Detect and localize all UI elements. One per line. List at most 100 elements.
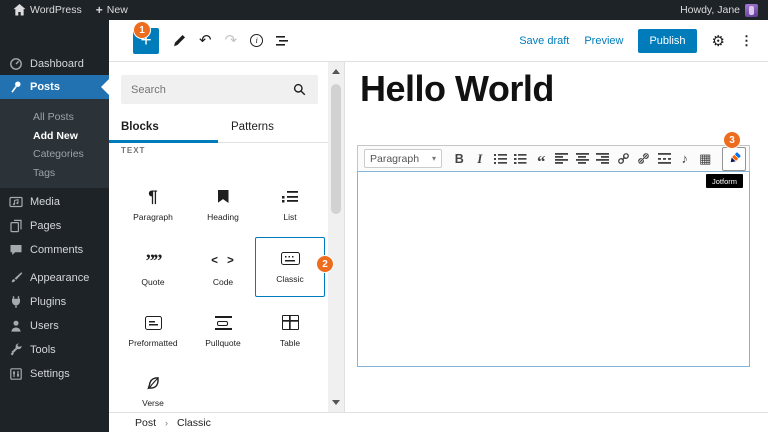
sidebar-item-dashboard[interactable]: Dashboard: [0, 52, 109, 76]
italic-button[interactable]: I: [470, 148, 491, 169]
edit-mode-pencil-icon[interactable]: [172, 34, 186, 48]
block-label: Paragraph: [133, 212, 173, 222]
remove-link-button[interactable]: [634, 148, 655, 169]
sidebar-item-appearance[interactable]: Appearance: [0, 266, 109, 290]
media-icon: [9, 195, 23, 209]
align-center-button[interactable]: [572, 148, 593, 169]
block-item-pullquote[interactable]: Pullquote: [188, 304, 258, 358]
list-icon: [282, 191, 298, 203]
scroll-up-icon[interactable]: [332, 69, 340, 74]
submenu-categories[interactable]: Categories: [0, 145, 109, 164]
sidebar-item-users[interactable]: Users: [0, 314, 109, 338]
block-item-classic[interactable]: Classic: [255, 237, 325, 297]
plus-icon: +: [96, 4, 103, 16]
breadcrumb-post[interactable]: Post: [135, 417, 156, 429]
submenu-all-posts[interactable]: All Posts: [0, 108, 109, 127]
add-media-button[interactable]: ♪: [675, 148, 696, 169]
save-draft-button[interactable]: Save draft: [519, 35, 569, 47]
info-icon: i: [250, 34, 263, 47]
classic-block-content[interactable]: [357, 171, 750, 367]
blockquote-button[interactable]: “: [531, 145, 552, 173]
scrollbar-thumb[interactable]: [331, 84, 341, 214]
preview-button[interactable]: Preview: [584, 35, 623, 47]
sidebar-item-plugins[interactable]: Plugins: [0, 290, 109, 314]
bullet-list-button[interactable]: [490, 148, 511, 169]
redo-button[interactable]: ↷: [225, 33, 238, 48]
wp-site-menu[interactable]: WordPress: [8, 0, 87, 20]
breadcrumb-classic[interactable]: Classic: [177, 417, 211, 429]
account-menu[interactable]: Howdy, Jane: [680, 4, 760, 17]
sidebar-item-pages[interactable]: Pages: [0, 214, 109, 238]
block-label: Pullquote: [205, 338, 240, 348]
posts-submenu: All Posts Add New Categories Tags: [0, 99, 109, 188]
settings-gear-button[interactable]: ⚙: [712, 32, 725, 50]
numbered-list-icon: [514, 153, 527, 164]
submenu-add-new[interactable]: Add New: [0, 127, 109, 146]
annotation-step-1: 1: [133, 21, 151, 39]
block-item-code[interactable]: < > Code: [188, 243, 258, 297]
format-select[interactable]: Paragraph ▾: [364, 149, 442, 168]
block-item-heading[interactable]: Heading: [188, 178, 258, 232]
admin-bar: WordPress + New Howdy, Jane: [0, 0, 768, 20]
list-view-button[interactable]: [276, 36, 288, 46]
list-view-icon: [276, 36, 288, 46]
scroll-down-icon[interactable]: [332, 400, 340, 405]
sidebar-label: Users: [30, 320, 59, 332]
undo-button[interactable]: ↶: [199, 33, 212, 48]
block-item-paragraph[interactable]: ¶ Paragraph: [118, 178, 188, 232]
tab-patterns[interactable]: Patterns: [231, 115, 274, 142]
plugins-icon: [9, 295, 23, 309]
sidebar-item-comments[interactable]: Comments: [0, 238, 109, 262]
block-item-table[interactable]: Table: [255, 304, 325, 358]
editor-canvas: Hello World Paragraph ▾ B I “ ♪ ▦ Jotfor…: [346, 62, 768, 412]
post-title[interactable]: Hello World: [360, 68, 554, 110]
block-label: Table: [280, 338, 300, 348]
admin-sidebar: Dashboard Posts All Posts Add New Catego…: [0, 20, 109, 432]
sidebar-item-posts[interactable]: Posts: [0, 75, 109, 99]
align-right-button[interactable]: [593, 148, 614, 169]
classic-block-toolbar: Paragraph ▾ B I “ ♪ ▦: [357, 145, 750, 172]
submenu-tags[interactable]: Tags: [0, 164, 109, 183]
publish-button[interactable]: Publish: [638, 29, 696, 53]
paragraph-icon: ¶: [148, 188, 157, 205]
sidebar-label: Plugins: [30, 296, 66, 308]
jotform-tooltip: Jotform: [706, 174, 743, 188]
align-left-button[interactable]: [552, 148, 573, 169]
tab-blocks[interactable]: Blocks: [121, 115, 159, 142]
block-label: Heading: [207, 212, 239, 222]
annotation-step-3: 3: [723, 131, 741, 149]
toolbar-toggle-button[interactable]: ▦: [695, 148, 716, 169]
sidebar-item-settings[interactable]: Settings: [0, 362, 109, 386]
sidebar-label: Pages: [30, 220, 61, 232]
bold-button[interactable]: B: [449, 148, 470, 169]
insert-link-button[interactable]: [613, 148, 634, 169]
options-kebab-button[interactable]: ⋮: [740, 33, 753, 49]
new-content-menu[interactable]: + New: [91, 0, 133, 20]
block-item-preformatted[interactable]: Preformatted: [118, 304, 188, 358]
sidebar-label: Dashboard: [30, 58, 84, 70]
align-left-icon: [555, 153, 568, 164]
block-item-quote[interactable]: ”” Quote: [118, 243, 188, 297]
block-label: Preformatted: [128, 338, 177, 348]
inserter-scrollbar[interactable]: [328, 62, 344, 412]
details-info-button[interactable]: i: [250, 34, 263, 47]
numbered-list-button[interactable]: [511, 148, 532, 169]
sidebar-label: Settings: [30, 368, 70, 380]
howdy-text: Howdy, Jane: [680, 4, 740, 16]
sidebar-item-media[interactable]: Media: [0, 190, 109, 214]
bullet-list-icon: [494, 153, 507, 164]
jotform-icon: [726, 151, 742, 167]
home-icon: [13, 4, 26, 16]
read-more-button[interactable]: [654, 148, 675, 169]
tools-icon: [9, 343, 23, 357]
link-icon: [617, 152, 630, 165]
block-breadcrumb: Post › Classic: [109, 412, 768, 432]
dashboard-icon: [9, 57, 23, 71]
jotform-button[interactable]: [722, 147, 746, 171]
block-item-verse[interactable]: Verse: [118, 364, 188, 418]
search-input[interactable]: [121, 75, 318, 104]
block-label: List: [283, 212, 296, 222]
block-label: Quote: [141, 277, 164, 287]
sidebar-item-tools[interactable]: Tools: [0, 338, 109, 362]
block-item-list[interactable]: List: [255, 178, 325, 232]
